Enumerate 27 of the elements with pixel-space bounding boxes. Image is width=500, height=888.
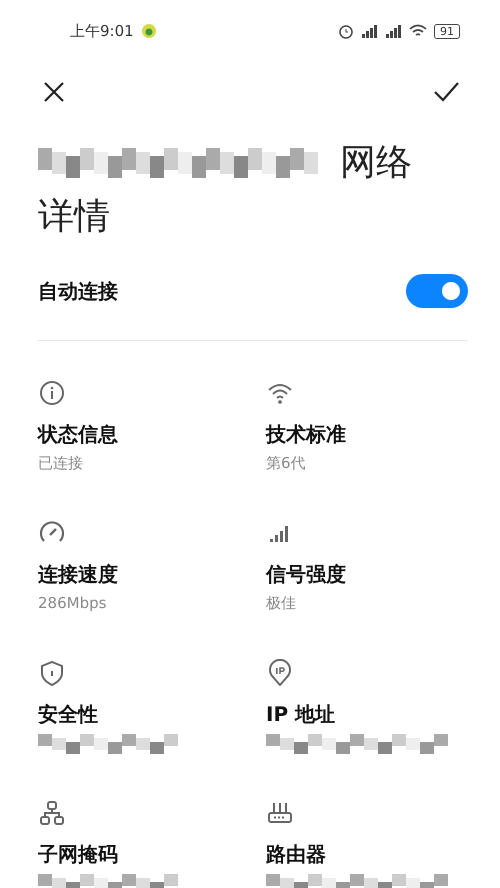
signal-icon [384,24,402,38]
toggle-switch[interactable] [406,274,468,308]
detail-value: 已连接 [38,454,84,473]
setting-label: 自动连接 [38,278,118,304]
detail-label: 路由器 [266,841,327,868]
detail-label: 安全性 [38,701,99,728]
detail-label: 连接速度 [38,561,119,588]
detail-label: 信号强度 [266,561,347,588]
signal-icon [360,24,378,38]
network-icon [38,799,66,827]
location-pin-icon [266,659,294,687]
detail-value: 286Mbps [38,594,108,612]
wifi-icon [408,24,428,38]
battery-indicator: 91 [434,24,460,38]
app-notification-icon [142,24,156,38]
clock: 上午9:01 [70,22,134,40]
detail-value: 极佳 [266,594,297,613]
shield-icon [38,659,66,687]
detail-label: 子网掩码 [38,841,119,868]
detail-value: 第6代 [266,454,307,473]
page-title: 详情 [38,195,110,239]
detail-label: IP 地址 [266,701,336,728]
info-icon [38,379,66,407]
page-title: 网络 [340,141,412,185]
alarm-icon [338,23,354,39]
detail-label: 技术标准 [266,421,347,448]
detail-label: 状态信息 [38,421,119,448]
